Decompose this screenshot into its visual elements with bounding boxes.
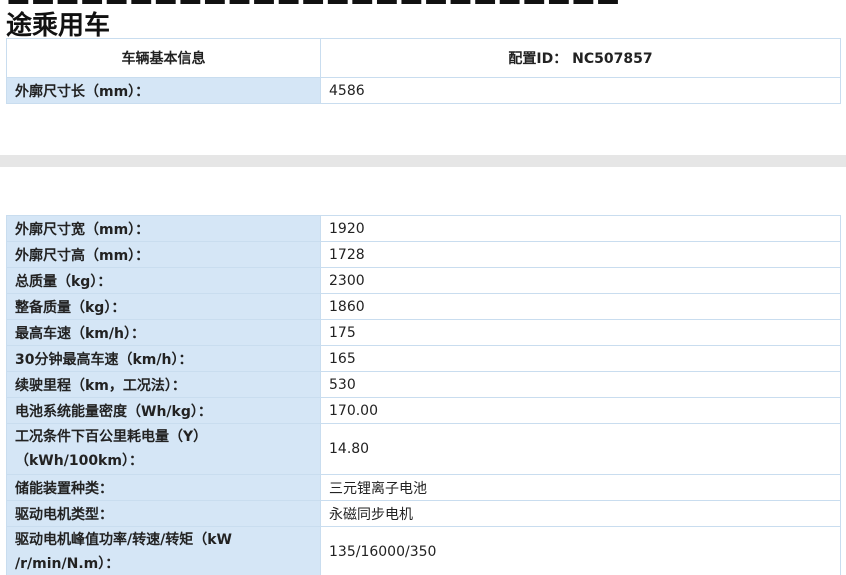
row-label-line2: （kWh/100km）：	[15, 453, 143, 469]
table-row: 外廓尺寸高（mm）： 1728	[6, 241, 841, 268]
row-value: 三元锂离子电池	[320, 474, 841, 501]
row-label: 外廓尺寸高（mm）：	[6, 241, 321, 268]
row-label-line1: 驱动电机峰值功率/转速/转矩（kW	[15, 532, 232, 548]
vehicle-info-table-bottom: 外廓尺寸宽（mm）： 1920 外廓尺寸高（mm）： 1728 总质量（kg）：…	[6, 215, 841, 575]
row-label-line2: /r/min/N.m）：	[15, 556, 120, 572]
table-row: 总质量（kg）： 2300	[6, 267, 841, 294]
table-row: 外廓尺寸长（mm）： 4586	[6, 77, 841, 104]
row-label: 外廓尺寸长（mm）：	[6, 77, 321, 104]
table-row: 工况条件下百公里耗电量（Y） （kWh/100km）： 14.80	[6, 423, 841, 475]
row-value: 4586	[320, 77, 841, 104]
table-row: 30分钟最高车速（km/h）： 165	[6, 345, 841, 372]
config-id-value: NC507857	[572, 51, 653, 67]
row-value: 175	[320, 319, 841, 346]
vehicle-info-table-top: 车辆基本信息 配置ID： NC507857 外廓尺寸长（mm）： 4586	[6, 38, 841, 104]
row-value: 530	[320, 371, 841, 398]
row-value: 170.00	[320, 397, 841, 424]
table-row: 续驶里程（km，工况法）： 530	[6, 371, 841, 398]
table-row: 电池系统能量密度（Wh/kg）： 170.00	[6, 397, 841, 424]
row-label: 30分钟最高车速（km/h）：	[6, 345, 321, 372]
row-value: 1920	[320, 215, 841, 242]
row-label: 最高车速（km/h）：	[6, 319, 321, 346]
spec-page: ▬▬▬▬▬▬▬▬▬▬▬▬▬▬▬▬▬▬▬▬▬▬▬▬▬ 途乘用车 车辆基本信息 配置…	[0, 0, 846, 575]
row-value: 永磁同步电机	[320, 500, 841, 527]
row-value: 1728	[320, 241, 841, 268]
config-id-label: 配置ID：	[508, 51, 568, 67]
table-row: 整备质量（kg）： 1860	[6, 293, 841, 320]
header-vehicle-basic-info: 车辆基本信息	[6, 38, 321, 78]
row-label: 总质量（kg）：	[6, 267, 321, 294]
row-label: 续驶里程（km，工况法）：	[6, 371, 321, 398]
table-row: 驱动电机峰值功率/转速/转矩（kW /r/min/N.m）： 135/16000…	[6, 526, 841, 575]
row-label-line1: 工况条件下百公里耗电量（Y）	[15, 429, 208, 445]
row-label: 储能装置种类：	[6, 474, 321, 501]
row-value: 165	[320, 345, 841, 372]
table-row: 储能装置种类： 三元锂离子电池	[6, 474, 841, 501]
header-config-id: 配置ID： NC507857	[320, 38, 841, 78]
row-label: 驱动电机类型：	[6, 500, 321, 527]
row-label: 整备质量（kg）：	[6, 293, 321, 320]
page-title-line2: 途乘用车	[6, 11, 111, 41]
row-value: 2300	[320, 267, 841, 294]
row-value: 1860	[320, 293, 841, 320]
row-label: 驱动电机峰值功率/转速/转矩（kW /r/min/N.m）：	[6, 526, 321, 575]
row-label: 电池系统能量密度（Wh/kg）：	[6, 397, 321, 424]
table-row: 驱动电机类型： 永磁同步电机	[6, 500, 841, 527]
row-label: 工况条件下百公里耗电量（Y） （kWh/100km）：	[6, 423, 321, 475]
row-label: 外廓尺寸宽（mm）：	[6, 215, 321, 242]
row-value: 135/16000/350	[320, 526, 841, 575]
table-row: 最高车速（km/h）： 175	[6, 319, 841, 346]
table-header-row: 车辆基本信息 配置ID： NC507857	[6, 38, 841, 78]
section-divider	[0, 155, 846, 167]
row-value: 14.80	[320, 423, 841, 475]
table-row: 外廓尺寸宽（mm）： 1920	[6, 215, 841, 242]
